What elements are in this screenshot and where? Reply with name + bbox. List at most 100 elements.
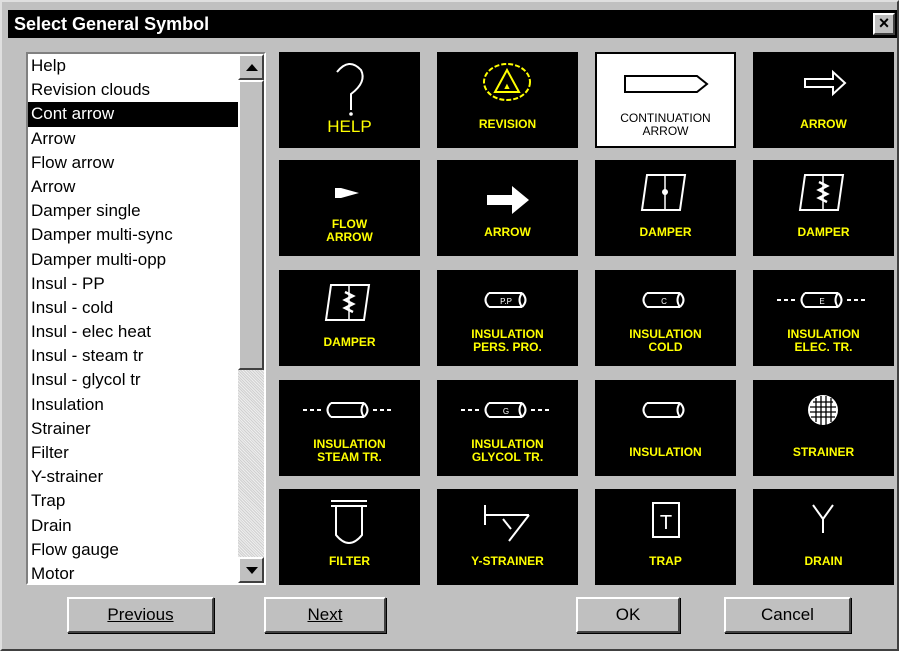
symbol-tile[interactable]: DAMPER [753,160,894,256]
next-button-label: Next [307,605,343,624]
symbol-tile-label: STRAINER [792,445,855,459]
list-item[interactable]: Drain [28,514,238,538]
previous-button-label: Previous [107,605,174,624]
pipe-tag-text: C [661,297,667,306]
trap-tag-text: T [660,512,672,534]
symbol-tile[interactable]: ARROW [437,160,578,256]
symbol-tile-label: ARROW [484,225,531,239]
list-item[interactable]: Y-strainer [28,465,238,489]
symbol-tile[interactable]: G INSULATION GLYCOL TR. [437,380,578,476]
scroll-up-arrow-icon [246,64,258,71]
revision-mark-text: ▲ [503,81,512,91]
symbol-tile[interactable]: CONTINUATION ARROW [595,52,736,148]
list-item[interactable]: Revision clouds [28,78,238,102]
solid-arrow-icon [487,186,529,214]
symbol-tile-label: INSULATION ELEC. TR. [787,327,860,354]
damper-opp-icon [324,284,371,321]
symbol-tile[interactable]: FLOW ARROW [279,160,420,256]
symbol-tile-label: FLOW ARROW [326,217,373,244]
list-item[interactable]: Insul - glycol tr [28,368,238,392]
previous-button[interactable]: Previous [67,597,214,633]
symbol-tile-label: FILTER [328,554,371,568]
list-item[interactable]: Insul - PP [28,272,238,296]
cancel-button-label: Cancel [761,605,814,624]
list-item[interactable]: Arrow [28,175,238,199]
symbol-tile-label: HELP [327,117,372,136]
symbol-tile[interactable]: C INSULATION COLD [595,270,736,366]
trap-icon: T [652,502,680,538]
symbol-tile[interactable]: ARROW [753,52,894,148]
list-item[interactable]: Filter [28,441,238,465]
list-item[interactable]: Flow gauge [28,538,238,562]
symbol-tile[interactable]: ▲ REVISION [437,52,578,148]
scroll-down-button[interactable] [238,557,264,583]
symbol-list: Help Revision clouds Cont arrow Arrow Flow a… [28,54,238,583]
symbol-tile[interactable]: INSULATION STEAM TR. [279,380,420,476]
pipe-tag-text: G [503,407,509,416]
cancel-button[interactable]: Cancel [724,597,851,633]
list-item[interactable]: Cont arrow [28,102,238,127]
list-item[interactable]: Trap [28,489,238,513]
symbol-tile-label: INSULATION [629,445,702,459]
symbol-tile-label: INSULATION PERS. PRO. [471,327,544,354]
revision-cloud-icon: ▲ [483,63,531,101]
symbol-tile[interactable]: FILTER [279,489,420,585]
outline-arrow-icon [804,69,847,97]
symbol-tile-label: Y-STRAINER [471,554,544,568]
symbol-tile-label: ARROW [800,117,847,131]
next-button[interactable]: Next [264,597,386,633]
symbol-tile-label: DAMPER [323,335,376,349]
y-strainer-icon [484,505,530,542]
symbol-tile[interactable]: DAMPER [279,270,420,366]
symbol-tile[interactable]: DAMPER [595,160,736,256]
drain-icon [812,504,834,533]
symbol-tile[interactable]: P.P INSULATION PERS. PRO. [437,270,578,366]
symbol-tile-label: REVISION [478,117,537,131]
list-item[interactable]: Arrow [28,127,238,151]
symbol-tile-label: DRAIN [804,554,843,568]
symbol-tile-label: INSULATION STEAM TR. [313,437,386,464]
close-button[interactable]: × [873,13,895,35]
list-item[interactable]: Motor [28,562,238,583]
list-item[interactable]: Flow arrow [28,151,238,175]
dialog-title: Select General Symbol [14,14,210,34]
title-bar: Select General Symbol × [8,10,897,38]
symbol-tile-label: INSULATION COLD [629,327,702,354]
symbol-tile[interactable]: Y-STRAINER [437,489,578,585]
filter-icon [331,500,367,544]
scroll-down-arrow-icon [246,567,258,574]
symbol-tile[interactable]: DRAIN [753,489,894,585]
pipe-tag-text: E [819,297,824,306]
insulation-icon [642,402,685,418]
list-item[interactable]: Insulation [28,393,238,417]
list-item[interactable]: Insul - steam tr [28,344,238,368]
list-item[interactable]: Damper multi-opp [28,248,238,272]
symbol-tile[interactable]: HELP [279,52,420,148]
symbol-tile-label: DAMPER [797,225,850,239]
damper-single-icon [640,174,687,211]
strainer-icon [808,395,838,425]
ok-button-label: OK [615,605,641,624]
list-scrollbar[interactable] [238,54,264,583]
symbol-tile-label: DAMPER [639,225,692,239]
list-item[interactable]: Insul - elec heat [28,320,238,344]
list-item[interactable]: Help [28,54,238,78]
list-item[interactable]: Damper multi-sync [28,223,238,247]
symbol-tile-label: TRAP [649,554,682,568]
symbol-tile[interactable]: STRAINER [753,380,894,476]
scroll-up-button[interactable] [238,54,264,80]
ok-button[interactable]: OK [576,597,680,633]
symbol-tile[interactable]: E INSULATION ELEC. TR. [753,270,894,366]
symbol-listbox[interactable]: Help Revision clouds Cont arrow Arrow Flow a… [26,52,266,585]
list-item[interactable]: Strainer [28,417,238,441]
symbol-tile[interactable]: INSULATION [595,380,736,476]
list-item[interactable]: Insul - cold [28,296,238,320]
list-item[interactable]: Damper single [28,199,238,223]
select-general-symbol-dialog: Select General Symbol × Help Revision clo… [0,0,899,651]
symbol-tile-label: CONTINUATION ARROW [620,111,711,138]
damper-multi-icon [798,174,845,211]
pipe-tag-text: P.P [500,297,512,306]
scroll-thumb[interactable] [238,80,264,370]
symbol-tile[interactable]: T TRAP [595,489,736,585]
symbol-tile-label: INSULATION GLYCOL TR. [471,437,544,464]
